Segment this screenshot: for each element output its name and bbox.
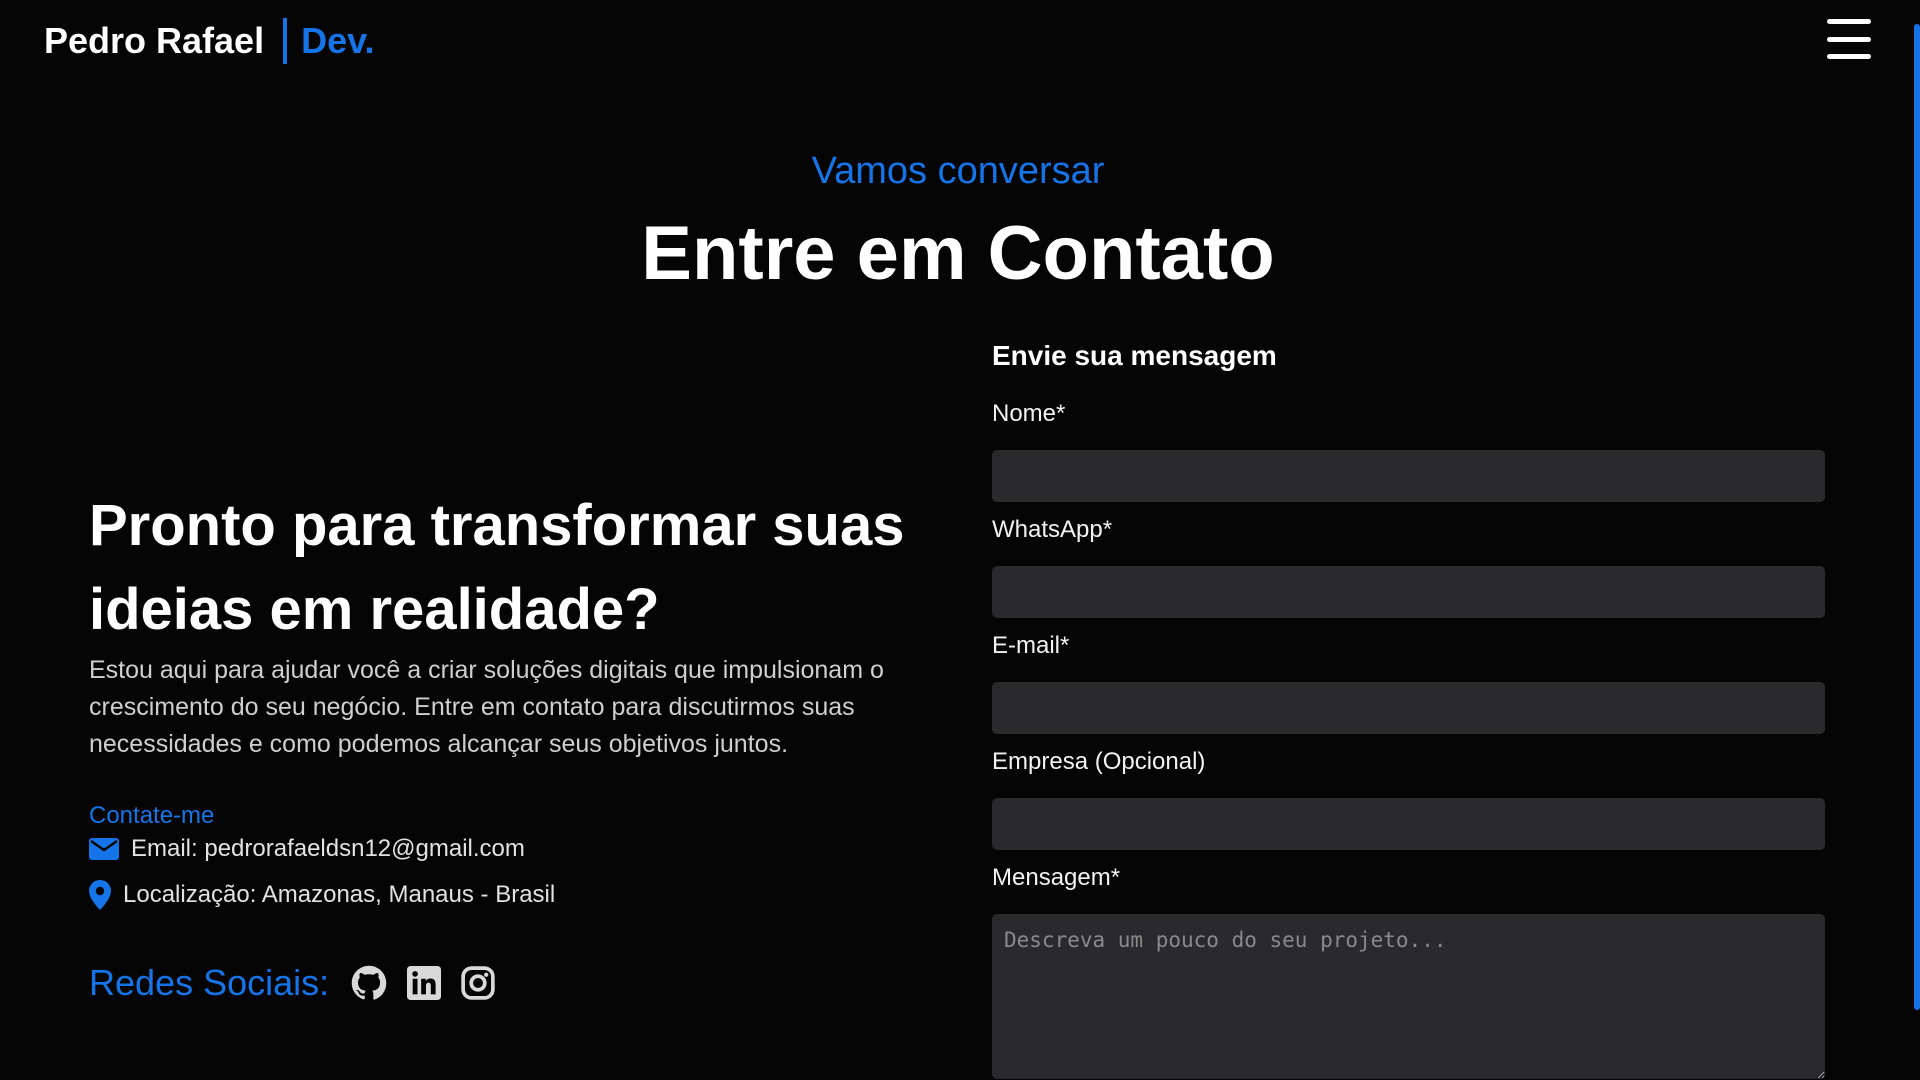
brand-name: Pedro Rafael <box>44 20 265 61</box>
whatsapp-label: WhatsApp* <box>992 516 1113 543</box>
github-icon[interactable] <box>351 965 387 1001</box>
whatsapp-input[interactable] <box>992 566 1825 618</box>
envelope-icon <box>89 838 119 860</box>
menu-bar <box>1827 54 1871 59</box>
menu-bar <box>1827 36 1871 42</box>
social-links: Redes Sociais: <box>89 962 515 1004</box>
form-title: Envie sua mensagem <box>992 340 1277 371</box>
contact-page: Pedro Rafael Dev. Vamos conversar Entre … <box>0 0 1920 1080</box>
contact-email[interactable]: Email: pedrorafaeldsn12@gmail.com <box>89 835 525 863</box>
socials-label: Redes Sociais: <box>89 962 330 1003</box>
name-label: Nome* <box>992 400 1066 427</box>
message-label: Mensagem* <box>992 864 1121 891</box>
email-input[interactable] <box>992 682 1825 734</box>
brand-divider <box>283 18 288 64</box>
menu-bar <box>1827 19 1871 24</box>
contact-form: Envie sua mensagem Nome* WhatsApp* E-mai… <box>992 340 1825 1079</box>
brand-suffix: Dev. <box>301 20 375 61</box>
section-eyebrow: Vamos conversar <box>811 150 1105 192</box>
hamburger-menu-icon[interactable] <box>1827 19 1871 59</box>
contact-email-text: Email: pedrorafaeldsn12@gmail.com <box>131 835 525 862</box>
section-title: Entre em Contato <box>641 211 1275 296</box>
map-pin-icon <box>89 880 111 910</box>
email-label: E-mail* <box>992 632 1070 659</box>
name-input[interactable] <box>992 450 1825 502</box>
pitch-heading: Pronto para transformar suas ideias em r… <box>89 493 905 642</box>
company-label: Empresa (Opcional) <box>992 748 1206 775</box>
contact-location: Localização: Amazonas, Manaus - Brasil <box>89 880 555 910</box>
contact-label: Contate-me <box>89 802 215 829</box>
linkedin-icon[interactable] <box>407 966 442 1000</box>
brand-logo[interactable]: Pedro Rafael Dev. <box>44 16 374 66</box>
contact-location-text: Localização: Amazonas, Manaus - Brasil <box>123 881 556 908</box>
intro-text: Estou aqui para ajudar você a criar solu… <box>89 656 884 758</box>
company-input[interactable] <box>992 798 1825 850</box>
instagram-icon[interactable] <box>461 966 495 1000</box>
message-textarea[interactable] <box>992 914 1825 1079</box>
